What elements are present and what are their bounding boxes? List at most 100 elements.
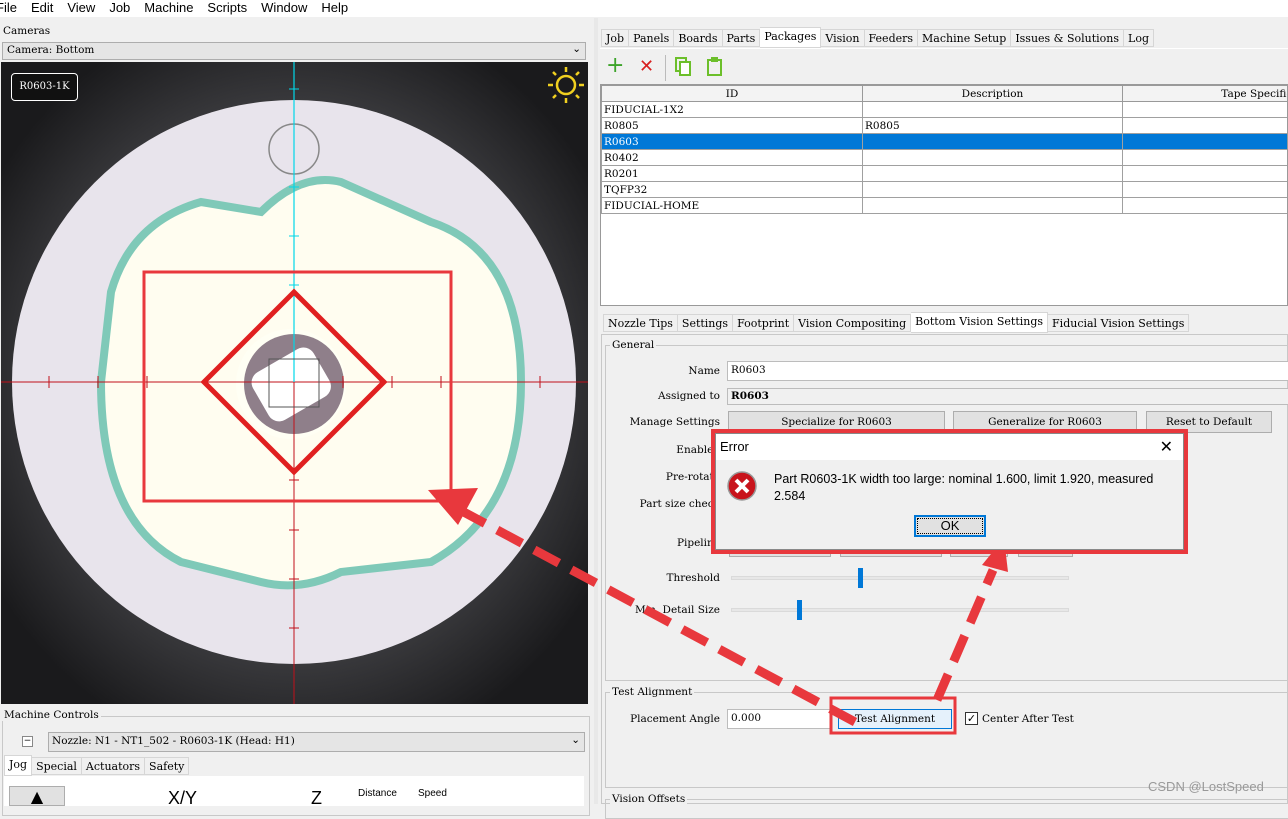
home-button[interactable]: ▲ [9, 786, 65, 806]
camera-view[interactable]: R0603-1K [1, 62, 588, 704]
error-dialog: Error ✕ Part R0603-1K width too large: n… [715, 433, 1184, 550]
center-after-test-checkbox[interactable]: ✓ [965, 712, 978, 725]
table-cell [863, 198, 1123, 214]
tab-actuators[interactable]: Actuators [82, 757, 145, 775]
table-cell [1123, 182, 1288, 198]
table-cell [1123, 102, 1288, 118]
min-detail-slider-thumb[interactable] [797, 600, 802, 620]
part-label: R0603-1K [11, 73, 78, 101]
menu-edit[interactable]: Edit [31, 0, 53, 17]
table-row[interactable]: FIDUCIAL-HOME [602, 198, 1288, 214]
table-row[interactable]: R0402 [602, 150, 1288, 166]
tab-vision-compositing[interactable]: Vision Compositing [794, 314, 911, 332]
generalize-button[interactable]: Generalize for R0603 [953, 411, 1137, 433]
dialog-title: Error [720, 439, 749, 454]
table-cell [863, 150, 1123, 166]
threshold-slider-thumb[interactable] [858, 568, 863, 588]
tab-packages[interactable]: Packages [760, 27, 821, 48]
table-cell: FIDUCIAL-1X2 [602, 102, 863, 118]
tab-parts[interactable]: Parts [723, 29, 761, 47]
copy-icon[interactable] [675, 57, 693, 77]
menu-scripts[interactable]: Scripts [207, 0, 247, 17]
table-cell [1123, 134, 1288, 150]
tab-machine-setup[interactable]: Machine Setup [918, 29, 1011, 47]
test-alignment-button[interactable]: Test Alignment [838, 709, 952, 729]
column-header-description[interactable]: Description [863, 86, 1123, 102]
table-row[interactable]: R0201 [602, 166, 1288, 182]
nozzle-select[interactable]: Nozzle: N1 - NT1_502 - R0603-1K (Head: H… [48, 732, 585, 752]
tab-fiducial-vision-settings[interactable]: Fiducial Vision Settings [1048, 314, 1189, 332]
paste-icon[interactable] [706, 56, 724, 77]
threshold-slider[interactable] [731, 576, 1069, 580]
column-header-id[interactable]: ID [602, 86, 863, 102]
table-cell [863, 166, 1123, 182]
menu-job[interactable]: Job [109, 0, 130, 17]
check-icon: ✓ [967, 712, 976, 725]
main-tabs: Job Panels Boards Parts Packages Vision … [601, 27, 1154, 48]
z-label: Z [311, 788, 322, 809]
tab-jog[interactable]: Jog [4, 755, 32, 776]
watermark: CSDN @LostSpeed [1148, 779, 1264, 794]
tab-issues-solutions[interactable]: Issues & Solutions [1011, 29, 1124, 47]
jog-panel [4, 776, 584, 806]
tab-feeders[interactable]: Feeders [865, 29, 919, 47]
table-row[interactable]: TQFP32 [602, 182, 1288, 198]
assigned-value: R0603 [727, 388, 1288, 405]
toolbar-divider [665, 55, 666, 81]
prerotate-label: Pre-rotate [600, 471, 720, 483]
error-icon [726, 470, 758, 502]
sun-icon[interactable] [547, 66, 585, 104]
delete-icon[interactable]: ✕ [639, 57, 654, 77]
threshold-label: Threshold [600, 572, 720, 584]
table-cell [863, 102, 1123, 118]
name-input[interactable]: R0603 [727, 361, 1288, 381]
reset-default-button[interactable]: Reset to Default [1146, 411, 1272, 433]
menu-view[interactable]: View [67, 0, 95, 17]
menu-file[interactable]: File [0, 0, 17, 17]
tab-vision[interactable]: Vision [821, 29, 864, 47]
min-detail-label: Min. Detail Size [600, 604, 720, 616]
collapse-icon[interactable]: − [22, 736, 33, 747]
tab-job[interactable]: Job [601, 29, 629, 47]
menu-window[interactable]: Window [261, 0, 307, 17]
camera-select[interactable]: Camera: Bottom ⌄ [2, 42, 586, 60]
vision-offsets-group [605, 799, 1288, 819]
distance-label: Distance [358, 788, 397, 799]
table-row[interactable]: R0603 [602, 134, 1288, 150]
splitter[interactable] [594, 18, 598, 804]
tab-bottom-vision-settings[interactable]: Bottom Vision Settings [911, 312, 1048, 333]
close-icon[interactable]: ✕ [1160, 437, 1173, 457]
table-row[interactable]: R0805R0805 [602, 118, 1288, 134]
table-cell: R0805 [602, 118, 863, 134]
assigned-label: Assigned to [600, 390, 720, 402]
cameras-title: Cameras [3, 25, 50, 37]
tab-safety[interactable]: Safety [145, 757, 189, 775]
column-header-tape[interactable]: Tape Specificat [1123, 86, 1288, 102]
menu-help[interactable]: Help [321, 0, 348, 17]
table-cell: R0402 [602, 150, 863, 166]
specialize-button[interactable]: Specialize for R0603 [728, 411, 945, 433]
tab-panels[interactable]: Panels [629, 29, 674, 47]
test-alignment-group [605, 692, 1288, 788]
name-label: Name [600, 365, 720, 377]
table-row[interactable]: FIDUCIAL-1X2 [602, 102, 1288, 118]
dialog-titlebar: Error ✕ [716, 434, 1183, 460]
add-icon[interactable]: + [606, 56, 624, 76]
tab-log[interactable]: Log [1124, 29, 1154, 47]
table-cell [1123, 166, 1288, 182]
tab-boards[interactable]: Boards [674, 29, 722, 47]
packages-table: ID Description Tape Specificat FIDUCIAL-… [601, 85, 1288, 214]
detail-tabs: Nozzle Tips Settings Footprint Vision Co… [603, 312, 1189, 333]
tab-special[interactable]: Special [32, 757, 82, 775]
camera-image [1, 62, 588, 704]
table-cell: R0603 [602, 134, 863, 150]
min-detail-slider[interactable] [731, 608, 1069, 612]
tab-nozzle-tips[interactable]: Nozzle Tips [603, 314, 678, 332]
error-message: Part R0603-1K width too large: nominal 1… [774, 471, 1174, 505]
menu-machine[interactable]: Machine [144, 0, 193, 17]
placement-angle-input[interactable]: 0.000 [727, 709, 832, 729]
ok-button[interactable]: OK [914, 515, 986, 537]
general-title: General [610, 339, 656, 351]
tab-settings[interactable]: Settings [678, 314, 733, 332]
tab-footprint[interactable]: Footprint [733, 314, 794, 332]
